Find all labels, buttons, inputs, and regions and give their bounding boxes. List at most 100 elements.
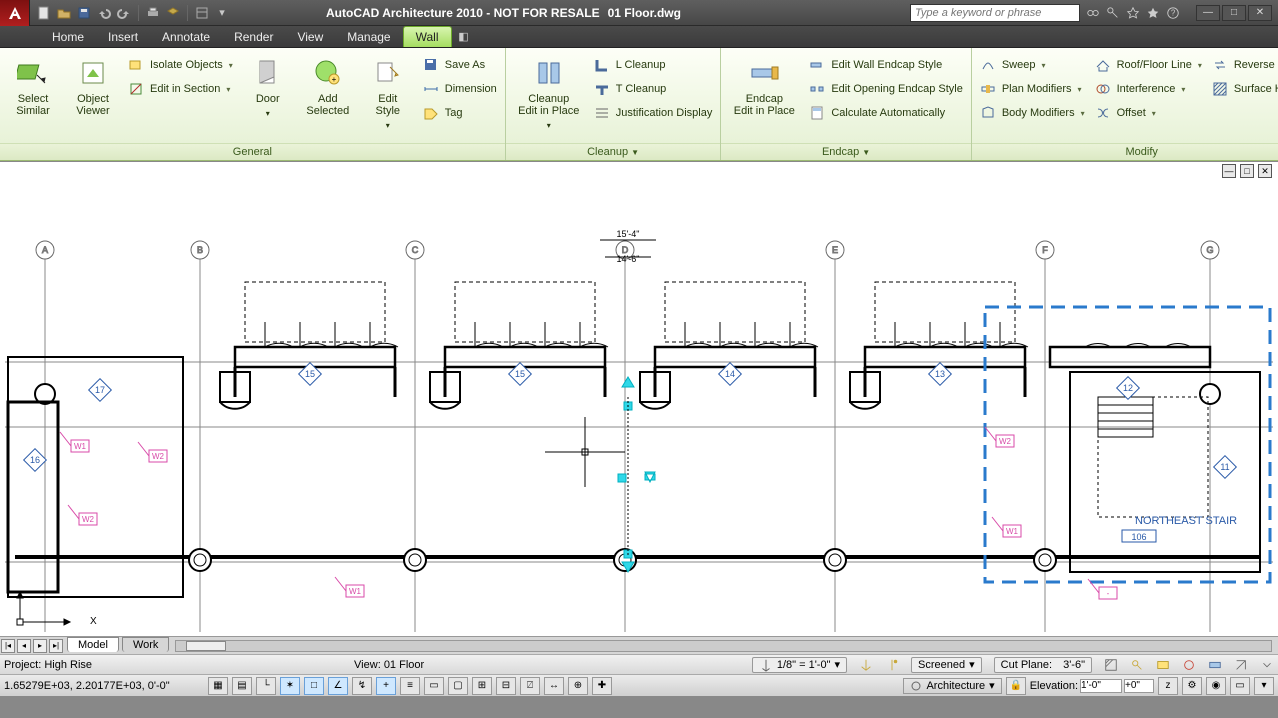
app-menu-button[interactable] bbox=[0, 0, 30, 26]
model-toggle[interactable]: ▢ bbox=[448, 677, 468, 695]
edit-style-button[interactable]: Edit Style▾ bbox=[363, 54, 413, 132]
close-button[interactable]: ✕ bbox=[1248, 5, 1272, 21]
isolate-objects-button[interactable]: Isolate Objects bbox=[128, 54, 233, 76]
annotation-autoscale-icon[interactable] bbox=[885, 658, 899, 672]
maximize-button[interactable]: □ bbox=[1222, 5, 1246, 21]
viewport-minimize-button[interactable]: — bbox=[1222, 164, 1236, 178]
tab-home[interactable]: Home bbox=[40, 26, 96, 47]
toolbar-extra3[interactable]: ⊕ bbox=[568, 677, 588, 695]
cleanup-edit-in-place-button[interactable]: Cleanup Edit in Place▾ bbox=[514, 54, 584, 132]
replace-z-button[interactable]: z bbox=[1158, 677, 1178, 695]
save-icon[interactable] bbox=[76, 5, 92, 21]
help-icon[interactable]: ? bbox=[1166, 6, 1180, 20]
properties-icon[interactable] bbox=[194, 5, 210, 21]
redo-icon[interactable] bbox=[116, 5, 132, 21]
minimize-button[interactable]: — bbox=[1196, 5, 1220, 21]
ortho-toggle[interactable]: └ bbox=[256, 677, 276, 695]
ducs-toggle[interactable]: ↯ bbox=[352, 677, 372, 695]
endcap-edit-in-place-button[interactable]: Endcap Edit in Place bbox=[729, 54, 799, 117]
panel-modify-title[interactable]: Modify bbox=[972, 143, 1278, 160]
elevation-control[interactable]: Elevation: bbox=[1030, 679, 1154, 693]
tab-manage[interactable]: Manage bbox=[335, 26, 402, 47]
panel-general-title[interactable]: General bbox=[0, 143, 505, 160]
panel-cleanup-title[interactable]: Cleanup▼ bbox=[506, 143, 721, 160]
lock-ui-button[interactable]: 🔒 bbox=[1006, 677, 1026, 695]
surface-hatch-toggle-icon[interactable] bbox=[1104, 658, 1118, 672]
sweep-button[interactable]: Sweep bbox=[980, 54, 1085, 76]
elevation-input[interactable] bbox=[1080, 679, 1122, 693]
snap-toggle[interactable]: ▦ bbox=[208, 677, 228, 695]
tab-nav-next[interactable]: ▸ bbox=[33, 639, 47, 653]
toolbar-extra4[interactable]: ✚ bbox=[592, 677, 612, 695]
annotation-visibility-icon[interactable] bbox=[859, 658, 873, 672]
select-similar-button[interactable]: Select Similar bbox=[8, 54, 58, 117]
viewport-maximize-button[interactable]: □ bbox=[1240, 164, 1254, 178]
tab-nav-prev[interactable]: ◂ bbox=[17, 639, 31, 653]
tab-insert[interactable]: Insert bbox=[96, 26, 150, 47]
ribbon-extra-button[interactable]: ◧ bbox=[452, 26, 476, 47]
edit-in-section-button[interactable]: Edit in Section bbox=[128, 78, 233, 100]
dyn-toggle[interactable]: + bbox=[376, 677, 396, 695]
t-cleanup-button[interactable]: T Cleanup bbox=[594, 78, 713, 100]
viewport-close-button[interactable]: ✕ bbox=[1258, 164, 1272, 178]
print-icon[interactable] bbox=[145, 5, 161, 21]
cut-plane[interactable]: Cut Plane: 3'-6" bbox=[994, 657, 1092, 673]
toolbar-extra1[interactable]: ⍁ bbox=[520, 677, 540, 695]
tab-annotate[interactable]: Annotate bbox=[150, 26, 222, 47]
surface-hatch-button[interactable]: Surface Hatch bbox=[1212, 78, 1278, 100]
aec-dim-icon[interactable] bbox=[1182, 658, 1196, 672]
layout-tab-work[interactable]: Work bbox=[122, 637, 169, 652]
polar-toggle[interactable]: ✶ bbox=[280, 677, 300, 695]
replace-z-input[interactable] bbox=[1124, 679, 1154, 693]
annotation-scale[interactable]: 1/8" = 1'-0" ▾ bbox=[752, 657, 847, 673]
osnap-toggle[interactable]: □ bbox=[304, 677, 324, 695]
zaxis-icon[interactable] bbox=[1234, 658, 1248, 672]
tab-render[interactable]: Render bbox=[222, 26, 285, 47]
status-tray-menu[interactable]: ▾ bbox=[1254, 677, 1274, 695]
layout-tab-model[interactable]: Model bbox=[67, 637, 119, 652]
toolbar-extra2[interactable]: ↔ bbox=[544, 677, 564, 695]
qview-layouts-button[interactable]: ⊞ bbox=[472, 677, 492, 695]
interference-button[interactable]: Interference bbox=[1095, 78, 1202, 100]
door-button[interactable]: Door▾ bbox=[243, 54, 293, 120]
edit-opening-endcap-button[interactable]: Edit Opening Endcap Style bbox=[809, 78, 962, 100]
plan-modifiers-button[interactable]: Plan Modifiers bbox=[980, 78, 1085, 100]
tab-view[interactable]: View bbox=[285, 26, 335, 47]
object-viewer-button[interactable]: Object Viewer bbox=[68, 54, 118, 117]
save-as-button[interactable]: Save As bbox=[423, 54, 497, 76]
add-selected-button[interactable]: + Add Selected bbox=[303, 54, 353, 117]
grid-toggle[interactable]: ▤ bbox=[232, 677, 252, 695]
l-cleanup-button[interactable]: L Cleanup bbox=[594, 54, 713, 76]
edit-wall-endcap-button[interactable]: Edit Wall Endcap Style bbox=[809, 54, 962, 76]
clean-screen-button[interactable]: ▭ bbox=[1230, 677, 1250, 695]
match-icon[interactable]: ▾ bbox=[214, 5, 230, 21]
tab-nav-last[interactable]: ▸| bbox=[49, 639, 63, 653]
search-input[interactable] bbox=[910, 4, 1080, 22]
key-icon[interactable] bbox=[1106, 6, 1120, 20]
reverse-button[interactable]: Reverse bbox=[1212, 54, 1278, 76]
workspace-switch[interactable]: Architecture ▾ bbox=[903, 678, 1001, 694]
layer-state-dropdown[interactable]: Screened ▾ bbox=[911, 657, 982, 673]
new-icon[interactable] bbox=[36, 5, 52, 21]
subscription-icon[interactable] bbox=[1126, 6, 1140, 20]
layer-key-icon[interactable] bbox=[1130, 658, 1144, 672]
lwt-toggle[interactable]: ≡ bbox=[400, 677, 420, 695]
justification-display-button[interactable]: Justification Display bbox=[594, 102, 713, 124]
tab-wall[interactable]: Wall bbox=[403, 26, 452, 47]
drawing-canvas[interactable]: — □ ✕ ABCDEFG bbox=[0, 161, 1278, 654]
status-show-menu-icon[interactable] bbox=[1260, 658, 1274, 672]
binoculars-icon[interactable] bbox=[1086, 6, 1100, 20]
qview-drawings-button[interactable]: ⊟ bbox=[496, 677, 516, 695]
coords-readout[interactable]: 1.65279E+03, 2.20177E+03, 0'-0" bbox=[4, 680, 204, 692]
tab-nav-first[interactable]: |◂ bbox=[1, 639, 15, 653]
wall-toggle-icon[interactable] bbox=[1208, 658, 1222, 672]
panel-endcap-title[interactable]: Endcap▼ bbox=[721, 143, 970, 160]
qp-toggle[interactable]: ▭ bbox=[424, 677, 444, 695]
layer-icon[interactable] bbox=[165, 5, 181, 21]
unit-toggle-icon[interactable] bbox=[1156, 658, 1170, 672]
undo-icon[interactable] bbox=[96, 5, 112, 21]
isolate-objects-status-button[interactable]: ◉ bbox=[1206, 677, 1226, 695]
open-icon[interactable] bbox=[56, 5, 72, 21]
roof-floor-button[interactable]: Roof/Floor Line bbox=[1095, 54, 1202, 76]
offset-button[interactable]: Offset bbox=[1095, 102, 1202, 124]
